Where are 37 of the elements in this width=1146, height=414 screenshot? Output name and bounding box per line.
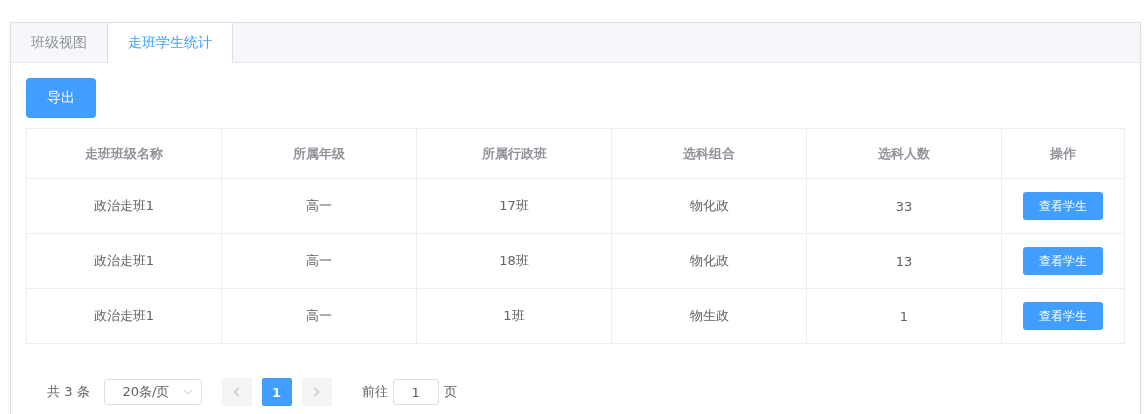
table-cell: 高一: [221, 178, 417, 234]
view-students-button[interactable]: 查看学生: [1023, 247, 1103, 275]
view-students-button[interactable]: 查看学生: [1023, 192, 1103, 220]
chevron-left-icon: [233, 387, 241, 397]
table-cell: 政治走班1: [26, 288, 222, 344]
next-page-button[interactable]: [301, 378, 332, 406]
view-students-button[interactable]: 查看学生: [1023, 302, 1103, 330]
total-count: 共 3 条: [47, 383, 90, 401]
table-cell: 1: [806, 288, 1002, 344]
table-cell: 33: [806, 178, 1002, 234]
table-cell: 政治走班1: [26, 178, 222, 234]
table-cell: 政治走班1: [26, 233, 222, 289]
goto-page-field[interactable]: 1: [392, 379, 439, 405]
page-number[interactable]: 1: [261, 378, 292, 406]
page-size-select[interactable]: 20条/页: [103, 379, 202, 405]
chevron-down-icon: [182, 389, 193, 395]
chevron-right-icon: [313, 387, 321, 397]
column-header: 选科人数: [806, 128, 1002, 179]
table-cell: 高一: [221, 233, 417, 289]
table-cell: 17班: [416, 178, 612, 234]
table-cell: 物化政: [611, 178, 807, 234]
table-cell: 高一: [221, 288, 417, 344]
table-cell: 18班: [416, 233, 612, 289]
column-header: 所属行政班: [416, 128, 612, 179]
table-cell: 物生政: [611, 288, 807, 344]
table-cell: 1班: [416, 288, 612, 344]
previous-page-button[interactable]: [221, 378, 252, 406]
column-header: 选科组合: [611, 128, 807, 179]
goto-label: 前往: [361, 383, 388, 401]
table-cell: 13: [806, 233, 1002, 289]
column-header: 所属年级: [221, 128, 417, 179]
column-header: 走班班级名称: [26, 128, 222, 179]
tab[interactable]: 走班学生统计: [108, 23, 233, 63]
page-suffix: 页: [443, 383, 457, 401]
table-cell: 物化政: [611, 233, 807, 289]
export-button[interactable]: 导出: [26, 78, 96, 118]
column-header: 操作: [1001, 128, 1125, 179]
